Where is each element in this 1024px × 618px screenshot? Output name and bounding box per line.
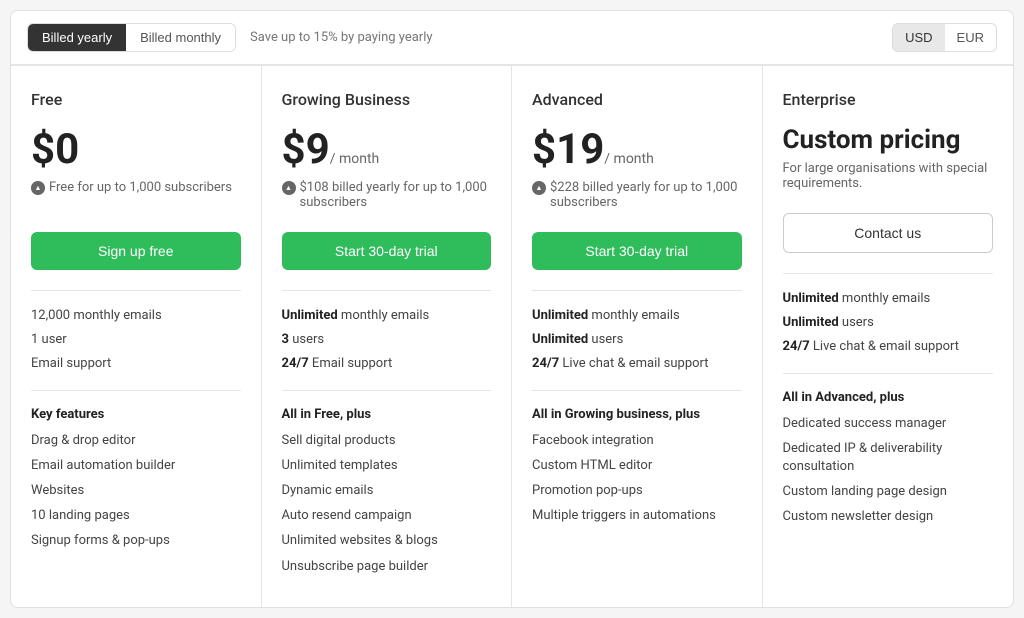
price-subtitle-free: Free for up to 1,000 subscribers bbox=[31, 180, 241, 216]
feature-item: Drag & drop editor bbox=[31, 432, 241, 450]
plans-grid: Free $0 Free for up to 1,000 subscribers Si… bbox=[11, 65, 1013, 607]
features-title-growing: All in Free, plus bbox=[282, 407, 492, 422]
basic-feature-item: 24/7 Email support bbox=[282, 355, 492, 373]
features-section-advanced: All in Growing business, plus Facebook in… bbox=[532, 390, 742, 526]
features-title-free: Key features bbox=[31, 407, 241, 422]
feature-item: Unsubscribe page builder bbox=[282, 558, 492, 576]
currency-usd-btn[interactable]: USD bbox=[893, 24, 944, 51]
plan-price-enterprise: Custom pricing bbox=[783, 125, 994, 155]
features-title-enterprise: All in Advanced, plus bbox=[783, 390, 994, 405]
feature-item: Dedicated IP & deliverability consultati… bbox=[783, 440, 994, 476]
features-section-enterprise: All in Advanced, plus Dedicated success m… bbox=[783, 373, 994, 527]
save-text: Save up to 15% by paying yearly bbox=[250, 30, 433, 45]
top-bar: Billed yearly Billed monthly Save up to … bbox=[11, 11, 1013, 65]
plan-col-growing: Growing Business $9/ month $108 billed yea… bbox=[262, 66, 513, 607]
plan-price-growing: $9/ month bbox=[282, 125, 492, 174]
basic-features-growing: Unlimited monthly emails 3 users 24/7 Emai… bbox=[282, 290, 492, 374]
feature-item: Promotion pop-ups bbox=[532, 482, 742, 500]
features-section-growing: All in Free, plus Sell digital products Un… bbox=[282, 390, 492, 576]
billing-monthly-btn[interactable]: Billed monthly bbox=[126, 24, 235, 51]
features-title-advanced: All in Growing business, plus bbox=[532, 407, 742, 422]
feature-item: Sell digital products bbox=[282, 432, 492, 450]
cta-btn-free[interactable]: Sign up free bbox=[31, 232, 241, 270]
feature-item: Custom HTML editor bbox=[532, 457, 742, 475]
subscriber-icon bbox=[532, 181, 546, 195]
feature-item: Multiple triggers in automations bbox=[532, 507, 742, 525]
billing-yearly-btn[interactable]: Billed yearly bbox=[28, 24, 126, 51]
basic-feature-item: Unlimited users bbox=[783, 314, 994, 332]
basic-features-enterprise: Unlimited monthly emails Unlimited users 2… bbox=[783, 273, 994, 357]
billing-toggle: Billed yearly Billed monthly bbox=[27, 23, 236, 52]
subscriber-icon bbox=[31, 181, 45, 195]
price-period-advanced: / month bbox=[604, 151, 654, 167]
price-amount-growing: $9 bbox=[282, 125, 330, 174]
currency-toggle: USD EUR bbox=[892, 23, 997, 52]
price-subtitle-enterprise: For large organisations with special req… bbox=[783, 161, 994, 197]
subscriber-icon bbox=[282, 181, 296, 195]
basic-feature-item: Unlimited monthly emails bbox=[282, 307, 492, 325]
plan-name-advanced: Advanced bbox=[532, 90, 742, 109]
feature-item: Unlimited templates bbox=[282, 457, 492, 475]
plan-name-growing: Growing Business bbox=[282, 90, 492, 109]
price-custom: Custom pricing bbox=[783, 125, 994, 155]
plan-col-enterprise: Enterprise Custom pricing For large organi… bbox=[763, 66, 1014, 607]
basic-feature-item: 1 user bbox=[31, 331, 241, 349]
feature-item: Dedicated success manager bbox=[783, 415, 994, 433]
basic-feature-item: 24/7 Live chat & email support bbox=[783, 338, 994, 356]
feature-item: Custom newsletter design bbox=[783, 508, 994, 526]
basic-feature-item: Unlimited users bbox=[532, 331, 742, 349]
price-amount-free: $0 bbox=[31, 125, 79, 174]
basic-feature-item: 24/7 Live chat & email support bbox=[532, 355, 742, 373]
feature-item: Email automation builder bbox=[31, 457, 241, 475]
feature-item: Custom landing page design bbox=[783, 483, 994, 501]
price-subtitle-growing: $108 billed yearly for up to 1,000 subsc… bbox=[282, 180, 492, 216]
plan-price-free: $0 bbox=[31, 125, 241, 174]
plan-col-free: Free $0 Free for up to 1,000 subscribers Si… bbox=[11, 66, 262, 607]
feature-item: Websites bbox=[31, 482, 241, 500]
currency-eur-btn[interactable]: EUR bbox=[945, 24, 996, 51]
features-section-free: Key features Drag & drop editor Email auto… bbox=[31, 390, 241, 551]
basic-feature-item: 3 users bbox=[282, 331, 492, 349]
feature-item: Auto resend campaign bbox=[282, 507, 492, 525]
plan-name-enterprise: Enterprise bbox=[783, 90, 994, 109]
feature-item: Unlimited websites & blogs bbox=[282, 532, 492, 550]
basic-feature-item: Unlimited monthly emails bbox=[532, 307, 742, 325]
plan-col-advanced: Advanced $19/ month $228 billed yearly for… bbox=[512, 66, 763, 607]
plan-price-advanced: $19/ month bbox=[532, 125, 742, 174]
plan-name-free: Free bbox=[31, 90, 241, 109]
price-subtitle-advanced: $228 billed yearly for up to 1,000 subsc… bbox=[532, 180, 742, 216]
price-period-growing: / month bbox=[330, 151, 380, 167]
basic-feature-item: Unlimited monthly emails bbox=[783, 290, 994, 308]
feature-item: 10 landing pages bbox=[31, 507, 241, 525]
pricing-page: Billed yearly Billed monthly Save up to … bbox=[10, 10, 1014, 608]
basic-features-advanced: Unlimited monthly emails Unlimited users 2… bbox=[532, 290, 742, 374]
feature-item: Facebook integration bbox=[532, 432, 742, 450]
basic-feature-item: 12,000 monthly emails bbox=[31, 307, 241, 325]
feature-item: Signup forms & pop-ups bbox=[31, 532, 241, 550]
price-amount-advanced: $19 bbox=[532, 125, 604, 174]
basic-features-free: 12,000 monthly emails 1 user Email support bbox=[31, 290, 241, 374]
cta-btn-advanced[interactable]: Start 30-day trial bbox=[532, 232, 742, 270]
cta-btn-enterprise[interactable]: Contact us bbox=[783, 213, 994, 253]
feature-item: Dynamic emails bbox=[282, 482, 492, 500]
cta-btn-growing[interactable]: Start 30-day trial bbox=[282, 232, 492, 270]
basic-feature-item: Email support bbox=[31, 355, 241, 373]
